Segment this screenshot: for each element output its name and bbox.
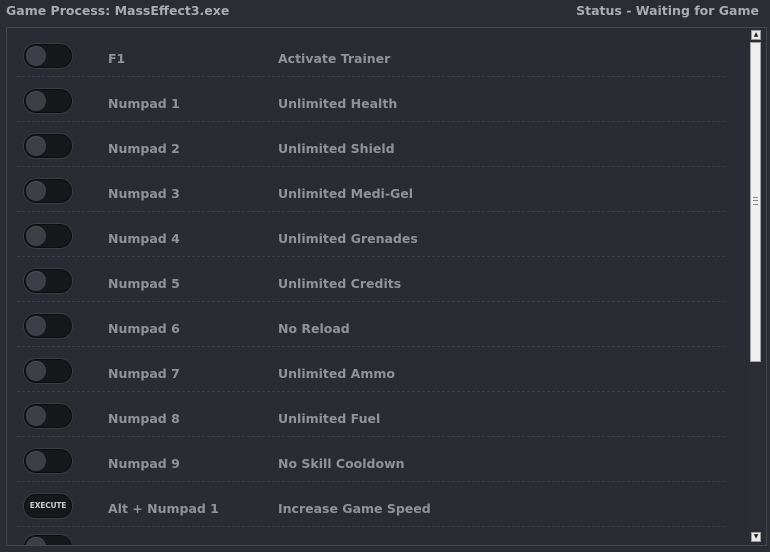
hotkey-label: Numpad 9 bbox=[108, 456, 180, 471]
hotkey-label: Numpad 5 bbox=[108, 276, 180, 291]
hotkey-label: Numpad 4 bbox=[108, 231, 180, 246]
toggle-knob bbox=[26, 451, 46, 471]
cheat-row: Numpad 2 Unlimited Shield bbox=[17, 122, 725, 167]
cheat-label: Activate Trainer bbox=[278, 51, 391, 66]
cheat-row: F1 Activate Trainer bbox=[17, 32, 725, 77]
toggle-switch-partial[interactable] bbox=[24, 535, 72, 545]
hotkey-label: Numpad 8 bbox=[108, 411, 180, 426]
cheat-row: Numpad 3 Unlimited Medi-Gel bbox=[17, 167, 725, 212]
hotkey-label: Numpad 7 bbox=[108, 366, 180, 381]
cheat-row: Numpad 1 Unlimited Health bbox=[17, 77, 725, 122]
toggle-switch[interactable] bbox=[24, 89, 72, 113]
toggle-switch[interactable] bbox=[24, 404, 72, 428]
cheat-label: No Reload bbox=[278, 321, 350, 336]
toggle-switch[interactable] bbox=[24, 314, 72, 338]
cheat-label: Unlimited Fuel bbox=[278, 411, 381, 426]
top-bar: Game Process: MassEffect3.exe Status - W… bbox=[0, 0, 770, 22]
scroll-up-arrow-icon[interactable]: ▲ bbox=[751, 30, 761, 40]
status-label: Status - Waiting for Game bbox=[576, 3, 759, 18]
toggle-switch[interactable] bbox=[24, 269, 72, 293]
scroll-thumb[interactable] bbox=[750, 42, 761, 362]
toggle-knob bbox=[26, 271, 46, 291]
cheat-row: Numpad 5 Unlimited Credits bbox=[17, 257, 725, 302]
toggle-knob bbox=[26, 226, 46, 246]
cheat-label: Unlimited Health bbox=[278, 96, 398, 111]
toggle-switch[interactable] bbox=[24, 44, 72, 68]
scroll-down-arrow-icon[interactable]: ▼ bbox=[751, 532, 761, 542]
hotkey-label: Numpad 1 bbox=[108, 96, 180, 111]
hotkey-label: Numpad 3 bbox=[108, 186, 180, 201]
hotkey-label: Numpad 6 bbox=[108, 321, 180, 336]
cheat-label: Increase Game Speed bbox=[278, 501, 431, 516]
toggle-switch[interactable] bbox=[24, 179, 72, 203]
toggle-switch[interactable] bbox=[24, 359, 72, 383]
toggle-knob bbox=[26, 181, 46, 201]
toggle-knob bbox=[26, 91, 46, 111]
toggle-switch[interactable] bbox=[24, 224, 72, 248]
cheat-list-panel: F1 Activate Trainer Numpad 1 Unlimited Heal… bbox=[6, 27, 767, 546]
toggle-switch[interactable] bbox=[24, 449, 72, 473]
hotkey-label: Alt + Numpad 1 bbox=[108, 501, 219, 516]
cheat-label: Unlimited Shield bbox=[278, 141, 395, 156]
cheat-label: Unlimited Ammo bbox=[278, 366, 395, 381]
toggle-switch[interactable] bbox=[24, 134, 72, 158]
toggle-knob bbox=[26, 406, 46, 426]
row-divider bbox=[17, 526, 725, 527]
cheat-row: Numpad 6 No Reload bbox=[17, 302, 725, 347]
toggle-knob bbox=[26, 136, 46, 156]
game-process-label: Game Process: MassEffect3.exe bbox=[6, 3, 230, 18]
cheat-row: Numpad 8 Unlimited Fuel bbox=[17, 392, 725, 437]
toggle-knob bbox=[26, 361, 46, 381]
hotkey-label: F1 bbox=[108, 51, 126, 66]
cheat-label: Unlimited Medi-Gel bbox=[278, 186, 414, 201]
grip-icon bbox=[753, 197, 758, 205]
hotkey-label: Numpad 2 bbox=[108, 141, 180, 156]
toggle-knob bbox=[26, 316, 46, 336]
cheat-label: Unlimited Grenades bbox=[278, 231, 418, 246]
execute-button[interactable]: EXECUTE bbox=[24, 494, 72, 518]
cheat-row: EXECUTE Alt + Numpad 1 Increase Game Speed bbox=[17, 482, 725, 527]
toggle-knob bbox=[26, 46, 46, 66]
cheat-row: Numpad 9 No Skill Cooldown bbox=[17, 437, 725, 482]
cheat-label: No Skill Cooldown bbox=[278, 456, 405, 471]
cheat-row: Numpad 4 Unlimited Grenades bbox=[17, 212, 725, 257]
cheat-label: Unlimited Credits bbox=[278, 276, 402, 291]
cheat-row: Numpad 7 Unlimited Ammo bbox=[17, 347, 725, 392]
vertical-scrollbar[interactable]: ▲ ▼ bbox=[749, 30, 763, 542]
